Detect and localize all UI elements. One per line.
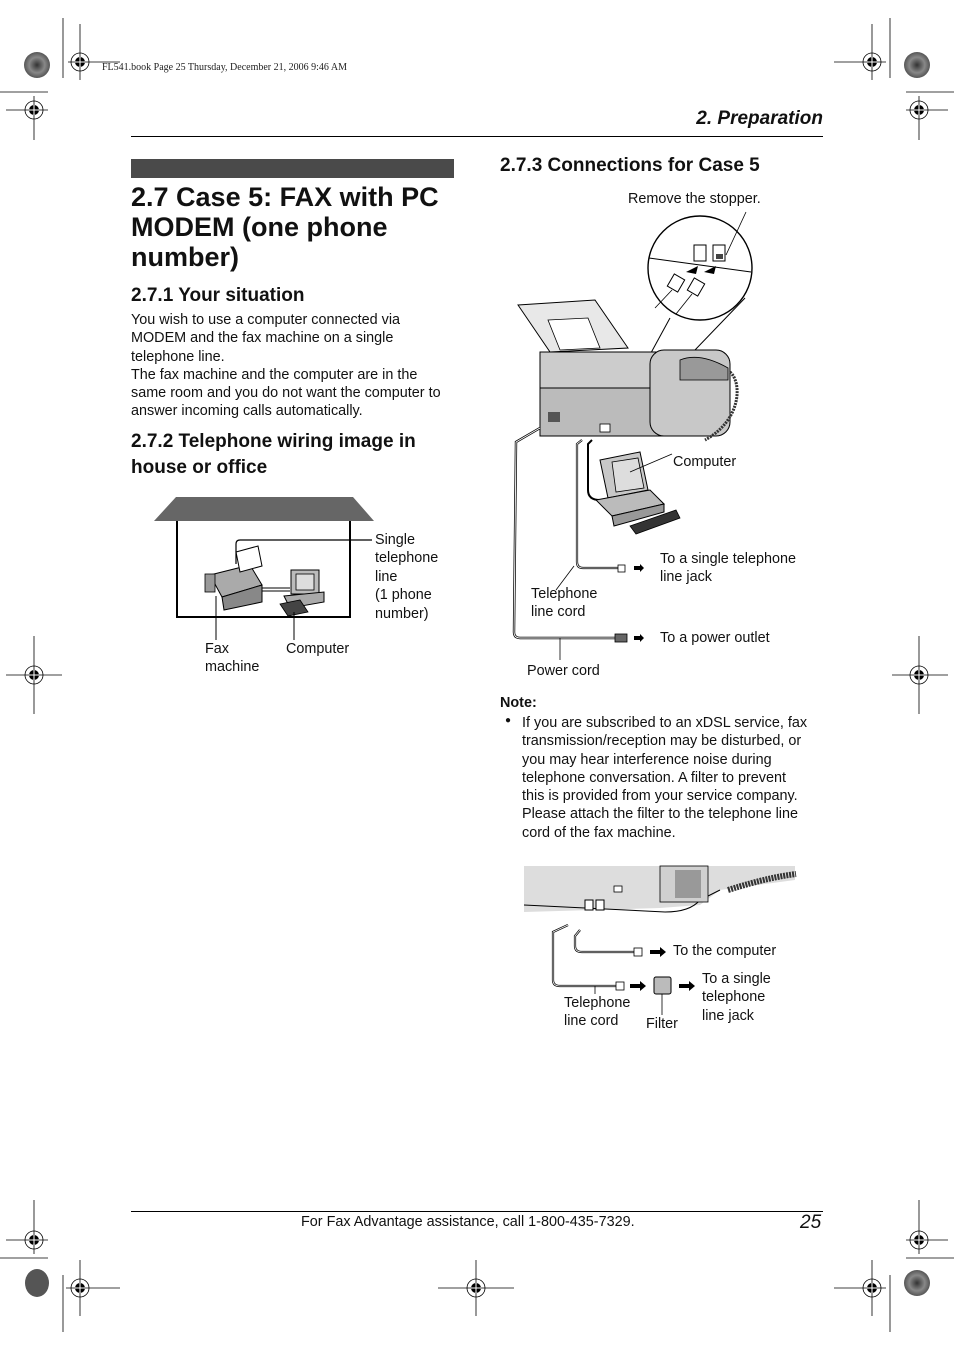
filter-illustration [523, 865, 797, 1015]
color-rosette-icon [904, 1270, 930, 1296]
label-filter: Filter [646, 1016, 678, 1032]
label-filter-telephone-cord: Telephone line cord [564, 995, 631, 1030]
page-number: 25 [800, 1212, 822, 1233]
assistance-text: For Fax Advantage assistance, call 1-800… [301, 1214, 635, 1230]
label-filter-line-jack: To a single telephone line jack [702, 971, 771, 1024]
arrow-icon [679, 981, 695, 991]
arrow-icon [630, 981, 646, 991]
fax-machine-rear-icon [523, 865, 797, 913]
label-to-computer: To the computer [673, 943, 777, 959]
filter-icon [653, 976, 672, 995]
telephone-line-cord [551, 924, 616, 988]
arrow-icon [650, 947, 666, 957]
color-rosette-icon [25, 1269, 49, 1297]
footer-rule [131, 1211, 823, 1212]
